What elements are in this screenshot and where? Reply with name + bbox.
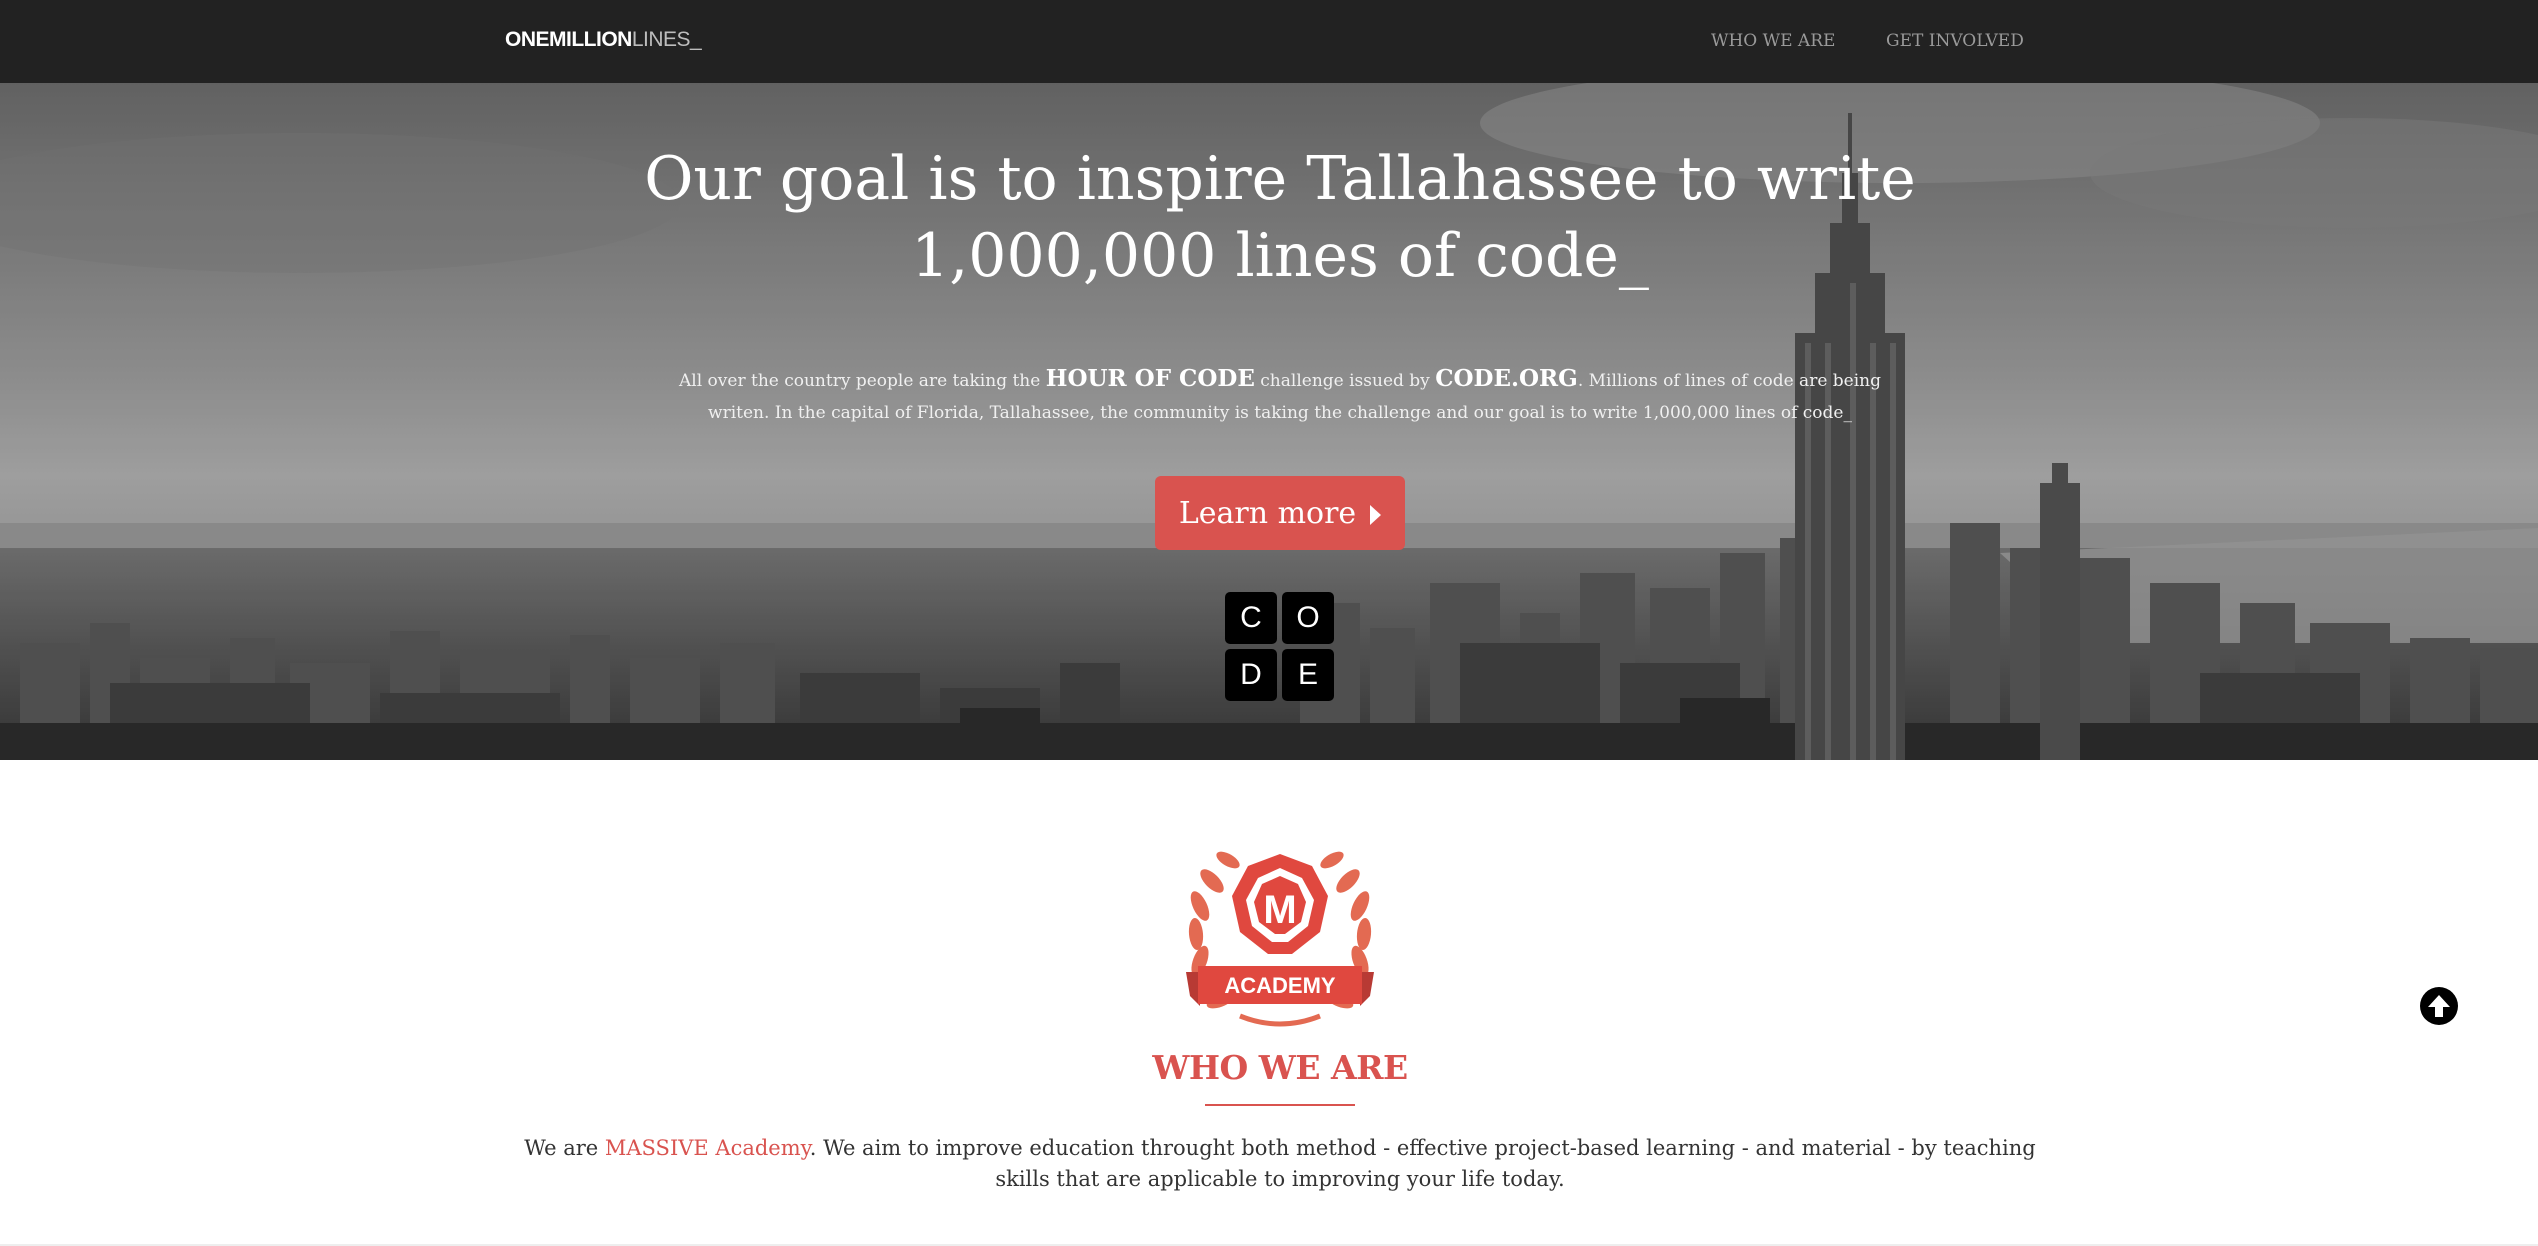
- brand-light: LINES_: [631, 28, 702, 51]
- massive-academy-logo: M ACADEMY: [1186, 851, 1374, 1027]
- brand-logo[interactable]: ONEMILLIONLINES_: [505, 28, 702, 52]
- learn-more-label: Learn more: [1178, 495, 1357, 531]
- hero-text-part1: All over the country people are taking t…: [679, 371, 1046, 391]
- academy-logo-banner: ACADEMY: [1224, 973, 1336, 998]
- code-logo-letter: C: [1225, 592, 1277, 644]
- hero-text-part2: challenge issued by: [1254, 371, 1436, 391]
- hour-of-code-label: HOUR OF CODE: [1045, 365, 1255, 392]
- code-logo-letter: O: [1282, 592, 1334, 644]
- who-we-are-heading: WHO WE ARE: [1152, 1048, 1408, 1087]
- arrow-circle-up-icon[interactable]: [2419, 986, 2459, 1026]
- massive-academy-link[interactable]: MASSIVE Academy: [605, 1136, 810, 1160]
- about-text-part1: We are: [524, 1136, 605, 1160]
- code-logo-letter: D: [1225, 649, 1277, 701]
- code-org-label: CODE.ORG: [1435, 365, 1578, 392]
- hero-description: All over the country people are taking t…: [660, 363, 1900, 429]
- who-we-are-description: We are MASSIVE Academy. We aim to improv…: [500, 1133, 2060, 1195]
- top-navbar: ONEMILLIONLINES_ WHO WE ARE GET INVOLVED: [0, 0, 2538, 83]
- learn-more-button[interactable]: Learn more: [1155, 476, 1405, 550]
- brand-strong: ONEMILLION: [505, 28, 632, 51]
- heading-underline: [1205, 1104, 1355, 1106]
- hero-section: Our goal is to inspire Tallahassee to wr…: [0, 83, 2538, 760]
- about-text-part2: . We aim to improve education throught b…: [809, 1136, 2036, 1191]
- academy-logo-letter: M: [1263, 888, 1296, 932]
- caret-right-icon: [1370, 504, 1382, 525]
- nav-link-get-involved[interactable]: GET INVOLVED: [1886, 31, 2024, 51]
- code-org-logo[interactable]: C O D E: [1225, 592, 1335, 702]
- nav-link-who-we-are[interactable]: WHO WE ARE: [1711, 31, 1835, 51]
- code-logo-letter: E: [1282, 649, 1334, 701]
- hero-title: Our goal is to inspire Tallahassee to wr…: [644, 144, 1916, 291]
